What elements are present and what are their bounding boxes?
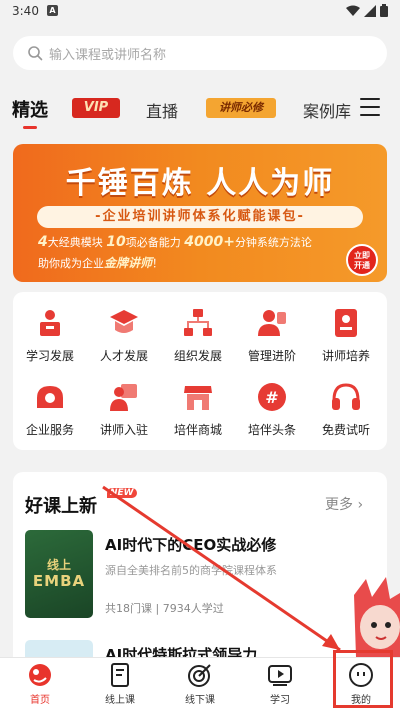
grid-item-talent-development[interactable]: 人才发展 (87, 306, 161, 364)
category-tabs: 精选 VIP 直播 讲师必修 案例库 (0, 92, 400, 132)
banner-subtitle: -企业培训讲师体系化赋能课包- (37, 206, 363, 228)
grid-item-lecturer-training[interactable]: 讲师培养 (309, 306, 383, 364)
tab-live[interactable]: 直播 (146, 98, 178, 122)
grid-item-lecturer-join[interactable]: 讲师入驻 (87, 380, 161, 438)
headphones-icon (332, 383, 360, 410)
feature-grid: 学习发展 人才发展 组织发展 管理进阶 讲师培养 企业服务 讲师入驻 培伴商城 … (13, 292, 387, 450)
nav-online-course[interactable]: 线上课 (85, 662, 155, 706)
status-bar: 3:40 A (0, 0, 400, 24)
notification-icon: A (47, 5, 58, 16)
signal-icon (364, 4, 376, 17)
tab-featured[interactable]: 精选 (12, 96, 48, 122)
grid-item-org-development[interactable]: 组织发展 (161, 306, 235, 364)
home-icon (29, 664, 51, 686)
grid-item-free-listen[interactable]: 免费试听 (309, 380, 383, 438)
search-icon (28, 46, 43, 61)
status-time: 3:40 (12, 4, 39, 18)
banner-features: 4大经典模块 10项必备能力 4000+分钟系统方法论 (38, 234, 312, 250)
target-icon (188, 664, 211, 687)
wifi-icon (346, 5, 360, 16)
promo-banner[interactable]: 千锤百炼 人人为师 -企业培训讲师体系化赋能课包- 4大经典模块 10项必备能力… (13, 144, 387, 282)
grid-item-headlines[interactable]: # 培伴头条 (235, 380, 309, 438)
banner-tagline: 助你成为企业金牌讲师！ (38, 256, 164, 270)
headlines-icon: # (258, 383, 286, 411)
mascot-character[interactable] (346, 575, 400, 657)
nav-home[interactable]: 首页 (5, 662, 75, 706)
lecturer-training-icon (335, 309, 357, 337)
banner-title: 千锤百炼 人人为师 (65, 166, 335, 201)
grid-item-study-development[interactable]: 学习发展 (13, 306, 87, 364)
active-tab-indicator (23, 126, 37, 129)
new-courses-section: 好课上新 NEW 更多 › 线上 EMBA AI时代下的CEO实战必修 源自全美… (13, 472, 387, 672)
section-title: 好课上新 (25, 496, 97, 517)
more-link[interactable]: 更多 › (325, 494, 363, 514)
tab-case-library[interactable]: 案例库 (303, 98, 351, 122)
search-bar[interactable]: 输入课程或讲师名称 (13, 36, 387, 70)
tab-lecturer-required[interactable]: 讲师必修 (206, 98, 276, 118)
course-meta: 共18门课 | 7934人学过 (105, 602, 224, 615)
search-placeholder: 输入课程或讲师名称 (49, 48, 167, 63)
nav-offline-course[interactable]: 线下课 (165, 662, 235, 706)
enterprise-service-icon (37, 386, 63, 408)
svg-text:#: # (265, 388, 278, 407)
battery-icon (380, 4, 388, 17)
status-icons (346, 4, 388, 17)
grid-item-store[interactable]: 培伴商城 (161, 380, 235, 438)
grid-item-management[interactable]: 管理进阶 (235, 306, 309, 364)
study-development-icon (40, 310, 60, 336)
menu-icon[interactable] (360, 98, 380, 122)
grid-item-enterprise-service[interactable]: 企业服务 (13, 380, 87, 438)
store-icon (184, 386, 212, 410)
annotation-highlight-box (333, 650, 393, 708)
play-icon (268, 665, 292, 686)
lecturer-join-icon (110, 384, 137, 411)
tab-vip[interactable]: VIP (72, 98, 120, 118)
course-title[interactable]: AI时代下的CEO实战必修 (105, 534, 276, 555)
new-badge: NEW (107, 488, 137, 498)
course-thumbnail[interactable]: 线上 EMBA (25, 530, 93, 618)
talent-development-icon (110, 310, 138, 333)
book-icon (111, 663, 129, 687)
banner-open-button[interactable]: 立即 开通 (346, 244, 378, 276)
management-icon (258, 310, 286, 336)
org-development-icon (184, 309, 212, 336)
course-description: 源自全美排名前5的商学院课程体系 (105, 564, 277, 577)
nav-study[interactable]: 学习 (245, 662, 315, 706)
